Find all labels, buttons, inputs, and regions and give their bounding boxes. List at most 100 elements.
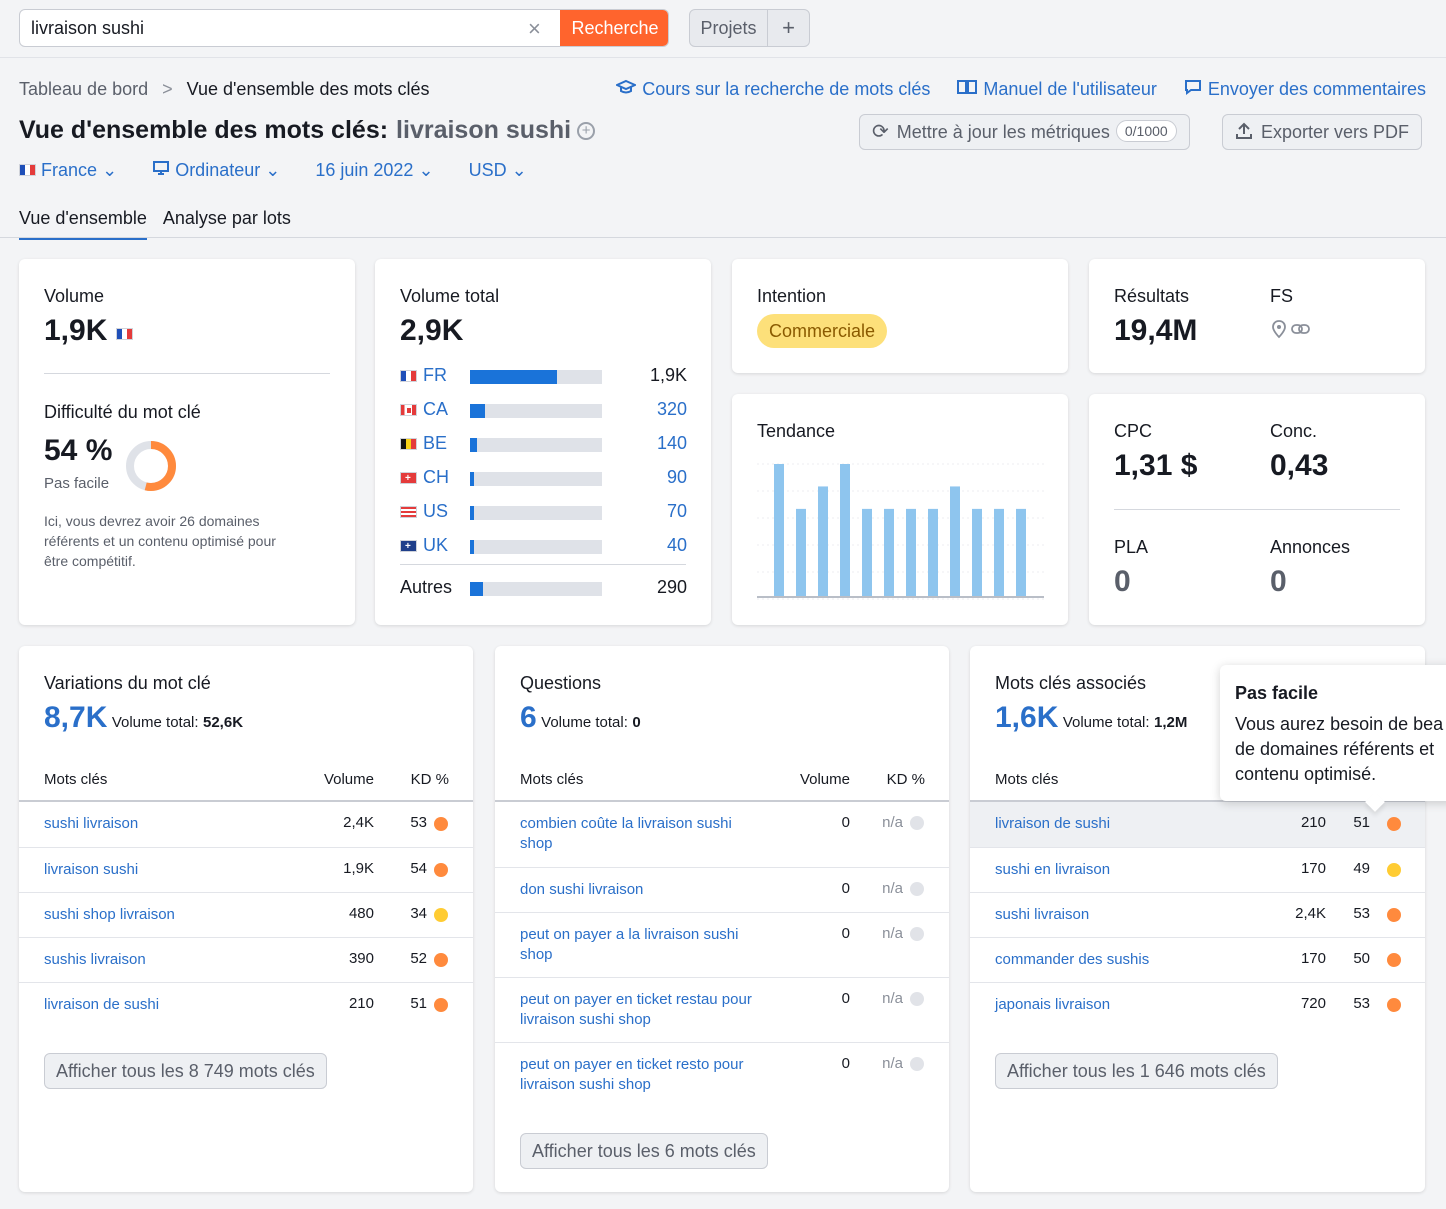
show-all-related-button[interactable]: Afficher tous les 1 646 mots clés bbox=[995, 1053, 1278, 1089]
add-project-button[interactable]: + bbox=[768, 10, 809, 46]
question-link[interactable]: combien coûte la livraison sushi shop bbox=[520, 814, 732, 854]
country-flag-icon: + bbox=[400, 540, 417, 552]
show-all-questions-button[interactable]: Afficher tous les 6 mots clés bbox=[520, 1133, 768, 1169]
table-row[interactable]: sushis livraison 390 52 bbox=[19, 937, 473, 982]
keyword-kd: 34 bbox=[410, 905, 427, 922]
divider bbox=[400, 564, 686, 565]
pla-value: 0 bbox=[1114, 565, 1131, 598]
trend-bar bbox=[840, 464, 850, 596]
table-row[interactable]: livraison sushi 1,9K 54 bbox=[19, 847, 473, 892]
table-row[interactable]: livraison de sushi 210 51 bbox=[19, 982, 473, 1027]
keyword-volume: 1,9K bbox=[343, 860, 374, 877]
clear-search-icon[interactable]: × bbox=[528, 16, 541, 42]
divider bbox=[44, 373, 330, 374]
keyword-link[interactable]: livraison de sushi bbox=[44, 995, 159, 1015]
difficulty-dot-icon bbox=[1387, 908, 1401, 922]
difficulty-dot-icon bbox=[910, 1057, 924, 1071]
intent-badge: Commerciale bbox=[757, 314, 888, 348]
country-volume-value: 140 bbox=[656, 433, 687, 453]
difficulty-description: Ici, vous devrez avoir 26 domaines référe… bbox=[44, 513, 276, 569]
tab-divider bbox=[0, 237, 1446, 238]
related-title: Mots clés associés bbox=[995, 673, 1147, 693]
keyword-link[interactable]: japonais livraison bbox=[995, 995, 1110, 1015]
table-row[interactable]: sushi en livraison 170 49 bbox=[970, 847, 1425, 892]
keyword-variations-card: Variations du mot clé 8,7K Volume total:… bbox=[19, 646, 473, 1192]
question-link[interactable]: peut on payer en ticket restau pour livra… bbox=[520, 990, 752, 1030]
device-select[interactable]: Ordinateur ⌄ bbox=[152, 160, 280, 180]
table-row[interactable]: sushi shop livraison 480 34 bbox=[19, 892, 473, 937]
country-volume-value: 90 bbox=[666, 467, 687, 487]
date-select[interactable]: 16 juin 2022 ⌄ bbox=[315, 160, 433, 180]
table-row[interactable]: commander des sushis 170 50 bbox=[970, 937, 1425, 982]
currency-select[interactable]: USD ⌄ bbox=[469, 160, 527, 180]
table-row[interactable]: combien coûte la livraison sushi shop 0 n/a bbox=[495, 802, 949, 867]
questions-summary: 6 Volume total: 0 bbox=[520, 701, 641, 734]
upload-icon bbox=[1235, 117, 1253, 151]
results-card: Résultats 19,4M FS bbox=[1089, 259, 1425, 373]
table-row[interactable]: peut on payer a la livraison sushi shop 0 n… bbox=[495, 912, 949, 977]
projects-button[interactable]: Projets bbox=[690, 10, 768, 46]
manual-link[interactable]: Manuel de l'utilisateur bbox=[957, 79, 1157, 99]
search-input[interactable] bbox=[20, 10, 540, 46]
difficulty-dot-icon bbox=[1387, 863, 1401, 877]
table-row[interactable]: don sushi livraison 0 n/a bbox=[495, 867, 949, 912]
projects-control: Projets + bbox=[689, 9, 810, 47]
difficulty-dot-icon bbox=[910, 882, 924, 896]
trend-bar bbox=[774, 464, 784, 596]
question-link[interactable]: peut on payer en ticket resto pour livrai… bbox=[520, 1055, 743, 1095]
page-title: Vue d'ensemble des mots clés: livraison s… bbox=[19, 116, 596, 145]
keyword-link[interactable]: sushi shop livraison bbox=[44, 905, 175, 925]
difficulty-dot-icon bbox=[1387, 817, 1401, 831]
difficulty-dot-icon bbox=[910, 927, 924, 941]
country-volume-row[interactable]: + UK 40 bbox=[400, 535, 690, 559]
keyword-volume: 0 bbox=[841, 1055, 850, 1072]
keyword-link[interactable]: sushi livraison bbox=[44, 814, 138, 834]
difficulty-dot-icon bbox=[434, 953, 448, 967]
table-row[interactable]: japonais livraison 720 53 bbox=[970, 982, 1425, 1027]
search-button[interactable]: Recherche bbox=[560, 10, 668, 46]
country-code: US bbox=[400, 501, 448, 522]
country-volume-row[interactable]: + CH 90 bbox=[400, 467, 690, 491]
country-volume-row[interactable]: CA 320 bbox=[400, 399, 690, 423]
tooltip-title: Pas facile bbox=[1235, 683, 1319, 703]
table-row[interactable]: livraison de sushi 210 51 bbox=[970, 802, 1425, 847]
intent-card: Intention Commerciale bbox=[732, 259, 1068, 373]
volume-bar bbox=[470, 472, 602, 486]
keyword-link[interactable]: livraison de sushi bbox=[995, 814, 1110, 834]
country-select[interactable]: France ⌄ bbox=[19, 160, 117, 180]
keyword-link[interactable]: sushis livraison bbox=[44, 950, 146, 970]
keyword-link[interactable]: commander des sushis bbox=[995, 950, 1149, 970]
keyword-volume: 2,4K bbox=[1295, 905, 1326, 922]
tab-overview[interactable]: Vue d'ensemble bbox=[19, 208, 147, 240]
add-keyword-icon[interactable]: + bbox=[577, 122, 596, 140]
breadcrumb-current: Vue d'ensemble des mots clés bbox=[186, 79, 430, 99]
tab-batch-analysis[interactable]: Analyse par lots bbox=[163, 208, 291, 237]
questions-table-header: Mots clés Volume KD % bbox=[520, 771, 925, 788]
keyword-link[interactable]: sushi livraison bbox=[995, 905, 1089, 925]
country-volume-row[interactable]: US 70 bbox=[400, 501, 690, 525]
keyword-link[interactable]: livraison sushi bbox=[44, 860, 138, 880]
country-volume-row[interactable]: BE 140 bbox=[400, 433, 690, 457]
chevron-down-icon: ⌄ bbox=[418, 160, 434, 180]
trend-label: Tendance bbox=[757, 421, 836, 441]
feedback-link[interactable]: Envoyer des commentaires bbox=[1184, 79, 1426, 99]
question-link[interactable]: don sushi livraison bbox=[520, 880, 643, 900]
update-metrics-button[interactable]: ⟳ Mettre à jour les métriques 0/1000 bbox=[859, 114, 1190, 150]
volume-value: 1,9K bbox=[44, 314, 133, 348]
keyword-kd: 53 bbox=[1353, 905, 1370, 922]
question-link[interactable]: peut on payer a la livraison sushi shop bbox=[520, 925, 738, 965]
country-volume-value: 1,9K bbox=[649, 365, 687, 385]
table-row[interactable]: peut on payer en ticket resto pour livrai… bbox=[495, 1042, 949, 1107]
trend-bar bbox=[928, 508, 938, 596]
table-row[interactable]: peut on payer en ticket restau pour livra… bbox=[495, 977, 949, 1042]
keyword-link[interactable]: sushi en livraison bbox=[995, 860, 1110, 880]
trend-bar bbox=[796, 508, 806, 596]
volume-bar bbox=[470, 506, 602, 520]
export-pdf-button[interactable]: Exporter vers PDF bbox=[1222, 114, 1423, 151]
course-link[interactable]: Cours sur la recherche de mots clés bbox=[614, 79, 930, 99]
table-row[interactable]: sushi livraison 2,4K 53 bbox=[970, 892, 1425, 937]
country-volume-row[interactable]: FR 1,9K bbox=[400, 365, 690, 389]
show-all-variations-button[interactable]: Afficher tous les 8 749 mots clés bbox=[44, 1053, 327, 1089]
table-row[interactable]: sushi livraison 2,4K 53 bbox=[19, 802, 473, 847]
breadcrumb-root[interactable]: Tableau de bord bbox=[19, 79, 148, 99]
